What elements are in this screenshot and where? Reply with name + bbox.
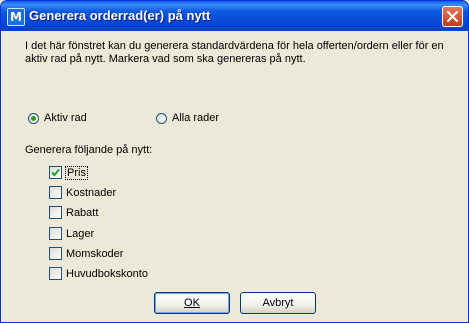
dialog-window: M Generera orderrad(er) på nytt I det hä… <box>0 0 469 323</box>
ok-button[interactable]: OK <box>154 292 230 314</box>
checkbox-discount-label: Rabatt <box>66 206 99 219</box>
cancel-button[interactable]: Avbryt <box>240 292 316 314</box>
radio-active-row-label: Aktiv rad <box>44 112 87 124</box>
checkbox-vat-codes-label: Momskoder <box>66 247 124 260</box>
checkbox-ledger-account-label: Huvudbokskonto <box>66 267 148 280</box>
radio-active-row[interactable]: Aktiv rad <box>28 112 87 124</box>
app-logo-icon: M <box>7 8 25 26</box>
title-bar[interactable]: M Generera orderrad(er) på nytt <box>1 1 468 31</box>
radio-all-rows[interactable]: Alla rader <box>156 112 219 124</box>
checkbox-discount[interactable]: Rabatt <box>49 206 98 219</box>
checkbox-vat-codes-box <box>49 247 62 260</box>
cancel-button-label: Avbryt <box>262 297 294 309</box>
checkbox-costs-box <box>49 186 62 199</box>
checkbox-stock-label: Lager <box>66 227 95 240</box>
checkbox-ledger-account[interactable]: Huvudbokskonto <box>49 267 148 280</box>
close-icon <box>447 11 458 22</box>
close-button[interactable] <box>442 6 463 27</box>
radio-all-rows-indicator <box>156 112 167 124</box>
checkbox-stock-box <box>49 227 62 240</box>
checkbox-price[interactable]: Pris <box>49 165 88 180</box>
checkbox-discount-box <box>49 206 62 219</box>
checkbox-ledger-account-box <box>49 267 62 280</box>
radio-active-row-indicator <box>28 112 39 124</box>
checkbox-costs[interactable]: Kostnader <box>49 186 116 199</box>
regenerate-group-label: Generera följande på nytt: <box>25 144 153 156</box>
window-title: Generera orderrad(er) på nytt <box>29 8 211 23</box>
description-text: I det här fönstret kan du generera stand… <box>25 40 444 65</box>
checkbox-stock[interactable]: Lager <box>49 227 94 240</box>
checkbox-costs-label: Kostnader <box>66 186 117 199</box>
radio-all-rows-label: Alla rader <box>172 112 220 124</box>
checkbox-price-label: Pris <box>65 165 88 180</box>
checkmark-icon <box>51 168 60 177</box>
ok-button-label: OK <box>184 297 200 309</box>
checkbox-vat-codes[interactable]: Momskoder <box>49 247 123 260</box>
checkbox-price-box <box>49 166 62 179</box>
